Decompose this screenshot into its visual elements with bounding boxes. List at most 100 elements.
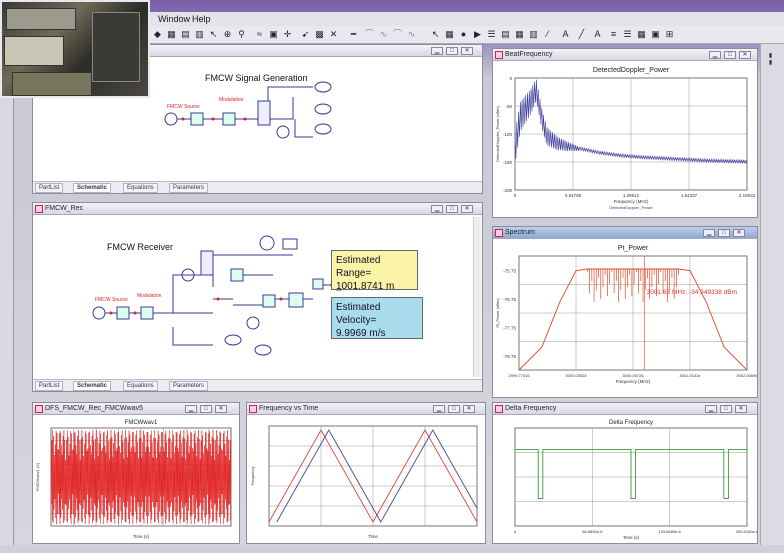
estimated-range-box: Estimated Range= 1001.8741 m (331, 250, 418, 292)
x-axis-label: Frequency (MHz) (616, 379, 651, 384)
close-button[interactable]: ✕ (461, 205, 473, 213)
x-axis-label: Time (s) (133, 534, 150, 539)
font-icon[interactable]: A (592, 29, 603, 40)
line-icon[interactable]: ∿ (406, 29, 417, 40)
minimize-button[interactable]: ▁ (703, 229, 715, 237)
splitter-block-icon (200, 250, 214, 276)
tab-equations[interactable]: Equations (123, 183, 158, 193)
graph-icon (495, 405, 503, 413)
menu-help[interactable]: Help (192, 14, 211, 24)
frequency-vs-time-chart[interactable]: Time Frequency (247, 416, 485, 544)
line-icon[interactable]: ━ (348, 29, 359, 40)
part-selector-tab[interactable]: ▮▮ (767, 52, 774, 66)
tab-partlist[interactable]: PartList (35, 183, 64, 193)
mixer-block-icon (230, 268, 244, 282)
minimize-button[interactable]: ▁ (431, 205, 443, 213)
frequency-vs-time-window: Frequency vs Time ▁ □ ✕ Time Frequency (246, 402, 486, 544)
chart-icon[interactable]: ▥ (194, 29, 205, 40)
adc-block-icon (288, 292, 304, 308)
chart-icon[interactable]: ▤ (180, 29, 191, 40)
window-titlebar[interactable]: FMCW_Rec (33, 203, 482, 215)
play-icon[interactable]: ▶ (472, 29, 483, 40)
y-tick-label: -77.75 (503, 325, 516, 330)
plus-icon[interactable]: ✛ (282, 29, 293, 40)
line-icon[interactable]: ╱ (576, 29, 587, 40)
beat-frequency-chart[interactable]: DetectedDoppler_Power0-50-100-150-2000 0.… (493, 62, 757, 218)
x-tick-label: 0 (514, 193, 517, 198)
grid-icon[interactable]: ▦ (166, 29, 177, 40)
minimize-button[interactable]: ▁ (433, 405, 445, 413)
right-dock: ▮▮ (760, 44, 784, 553)
pointer-icon[interactable]: ↖ (430, 29, 441, 40)
line-icon[interactable]: ∿ (378, 29, 389, 40)
tab-schematic[interactable]: Schematic (73, 183, 112, 193)
chart-title: DetectedDoppler_Power (593, 67, 670, 74)
close-button[interactable]: ✕ (463, 405, 475, 413)
chart-title: Delta Frequency (609, 420, 653, 426)
grid-icon[interactable]: ▦ (636, 29, 647, 40)
maximize-button[interactable]: □ (446, 47, 458, 55)
window-titlebar[interactable]: Delta Frequency (493, 403, 757, 415)
estimated-range-value: 1001.8741 m (336, 281, 395, 292)
x-tick-label: 2.19033 (739, 193, 756, 198)
maximize-button[interactable]: □ (720, 405, 732, 413)
line-icon[interactable]: ≡ (608, 29, 619, 40)
arrow-icon[interactable]: ➹ (300, 29, 311, 40)
play-icon[interactable]: ● (458, 29, 469, 40)
chart-icon[interactable]: ▣ (268, 29, 279, 40)
chart-icon[interactable]: ▤ (500, 29, 511, 40)
grid-icon[interactable]: ▦ (444, 29, 455, 40)
maximize-button[interactable]: □ (200, 405, 212, 413)
output-probe-icon (224, 334, 242, 346)
line-icon[interactable]: ☰ (622, 29, 633, 40)
pointer-icon[interactable]: ↖ (208, 29, 219, 40)
save-icon[interactable]: ◆ (152, 29, 163, 40)
list-icon[interactable]: ▥ (528, 29, 539, 40)
pointer-icon[interactable]: ⁄ (542, 29, 553, 40)
grid-icon[interactable]: ▩ (314, 29, 325, 40)
close-button[interactable]: ✕ (735, 405, 747, 413)
minimize-button[interactable]: ▁ (709, 51, 721, 59)
menu-window[interactable]: Window (158, 14, 190, 24)
close-button[interactable]: ✕ (215, 405, 227, 413)
line-icon[interactable]: ⌒ (364, 29, 375, 40)
left-dock (0, 98, 14, 553)
grid-icon[interactable]: ▦ (514, 29, 525, 40)
vertical-scrollbar[interactable] (473, 217, 481, 377)
tab-equations[interactable]: Equations (123, 381, 158, 391)
y-tick-label: -150 (503, 160, 513, 165)
spectrum-chart[interactable]: Pt_Power -75.75 -76.75 -77.75 -78.75 2999.773… (493, 240, 757, 398)
maximize-button[interactable]: □ (724, 51, 736, 59)
x-tick-label: 0.54795 (565, 193, 582, 198)
instrument-rack (12, 72, 92, 96)
legend-entry: DetectedDoppler_Power (609, 205, 653, 210)
tab-parameters[interactable]: Parameters (169, 381, 209, 391)
list-icon[interactable]: ☰ (486, 29, 497, 40)
minimize-button[interactable]: ▁ (431, 47, 443, 55)
schematic-canvas[interactable]: FMCW Receiver FMCW Source Modulation Est… (33, 215, 482, 378)
minimize-button[interactable]: ▁ (185, 405, 197, 413)
minimize-button[interactable]: ▁ (705, 405, 717, 413)
tab-partlist[interactable]: PartList (35, 381, 64, 391)
line-icon[interactable]: ⌒ (392, 29, 403, 40)
wire-icon[interactable]: ≈ (254, 29, 265, 40)
estimated-range-label: Estimated Range= (336, 255, 381, 279)
zoom-icon[interactable]: ⚲ (236, 29, 247, 40)
close-button[interactable]: ✕ (739, 51, 751, 59)
tab-schematic[interactable]: Schematic (73, 381, 112, 391)
beat-frequency-window: BeatFrequency ▁ □ ✕ DetectedDoppler_Powe… (492, 48, 758, 218)
tab-parameters[interactable]: Parameters (169, 183, 209, 193)
cross-icon[interactable]: ✕ (328, 29, 339, 40)
plus-icon[interactable]: ⊞ (664, 29, 675, 40)
maximize-button[interactable]: □ (718, 229, 730, 237)
close-button[interactable]: ✕ (461, 47, 473, 55)
font-icon[interactable]: A (560, 29, 571, 40)
close-button[interactable]: ✕ (733, 229, 745, 237)
toolbar: ◆ ▦ ▤ ▥ ↖ ⊕ ⚲ ≈ ▣ ✛ ➹ ▩ ✕ ━ ⌒ ∿ ⌒ ∿ ↖ ▦ … (150, 26, 784, 44)
maximize-button[interactable]: □ (446, 205, 458, 213)
maximize-button[interactable]: □ (448, 405, 460, 413)
dfs-waveform-chart[interactable]: FMCWwav1 Time (s) FMCWwav1 (V) (33, 416, 239, 544)
grid-icon[interactable]: ▣ (650, 29, 661, 40)
zoom-icon[interactable]: ⊕ (222, 29, 233, 40)
delta-frequency-chart[interactable]: Delta Frequency 0 66.8890e-6 133.6680e-6 200… (493, 416, 757, 544)
